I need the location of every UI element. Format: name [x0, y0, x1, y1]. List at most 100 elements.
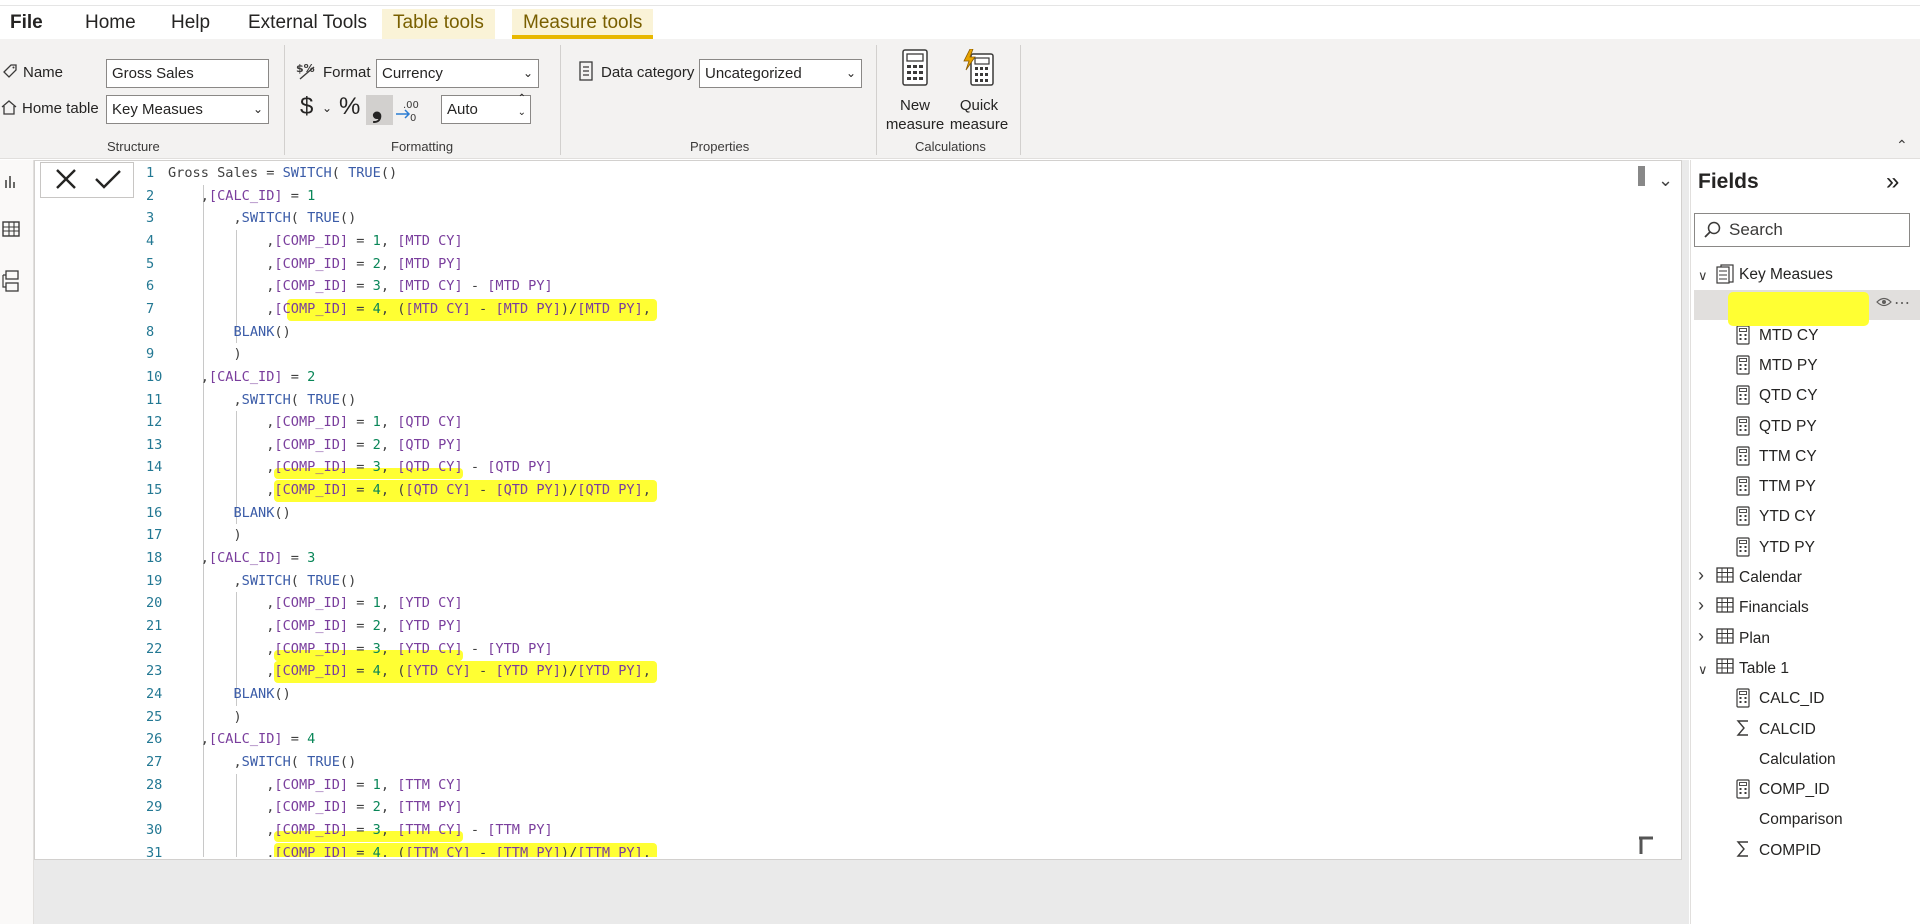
code-text: ,[CALC_ID] = 3 — [168, 550, 316, 567]
percent-button[interactable]: % — [339, 93, 360, 121]
new-measure-label-2: measure — [885, 116, 945, 133]
decimal-places-input[interactable]: Auto ⌃ ⌄ — [441, 92, 531, 124]
currency-button[interactable]: $ — [300, 93, 313, 121]
field-item[interactable]: COMPID — [1694, 836, 1920, 866]
field-label: QTD PY — [1759, 417, 1817, 435]
chevron-down-icon[interactable]: ∨ — [1698, 662, 1708, 678]
field-item[interactable]: QTD CY — [1694, 381, 1920, 411]
chevron-down-icon[interactable]: ⌄ — [322, 101, 332, 115]
code-text: ,[COMP_ID] = 1, [QTD CY] — [168, 414, 463, 431]
code-text: BLANK() — [233, 685, 291, 702]
tab-table-tools[interactable]: Table tools — [382, 9, 495, 39]
field-item[interactable]: Calculation — [1694, 745, 1920, 775]
data-category-label: Data category — [601, 64, 695, 81]
line-number: 16 — [146, 504, 163, 521]
tab-external-tools[interactable]: External Tools — [237, 9, 378, 39]
home-icon — [0, 99, 18, 120]
chevron-right-icon[interactable]: › — [1698, 595, 1704, 616]
quick-measure-button[interactable]: Quick measure — [948, 48, 1010, 137]
line-number: 31 — [146, 844, 163, 858]
new-measure-button[interactable]: New measure — [884, 49, 946, 137]
field-item[interactable]: Comparison — [1694, 805, 1920, 835]
model-view-icon[interactable] — [2, 270, 20, 297]
tag-icon — [2, 63, 18, 84]
field-label: YTD PY — [1759, 538, 1815, 556]
field-table-item[interactable]: › Calendar — [1694, 563, 1920, 593]
line-number: 14 — [146, 459, 163, 476]
tab-measure-tools[interactable]: Measure tools — [512, 9, 654, 39]
field-item[interactable]: TTM PY — [1694, 472, 1920, 502]
field-item[interactable]: TTM CY — [1694, 442, 1920, 472]
field-table-item[interactable]: › Financials — [1694, 593, 1920, 623]
editor-scrollbar-thumb[interactable] — [1638, 166, 1645, 186]
quick-measure-icon — [963, 48, 994, 86]
field-label: TTM PY — [1759, 478, 1816, 496]
field-table-item[interactable]: ∨ Key Measues — [1694, 260, 1920, 290]
chevron-down-icon: ⌄ — [845, 66, 856, 80]
spin-down-icon[interactable]: ⌄ — [518, 106, 526, 120]
report-view-icon[interactable] — [4, 172, 20, 195]
field-item[interactable]: CALCID — [1694, 715, 1920, 745]
line-number: 15 — [146, 482, 163, 499]
chevron-down-icon[interactable]: ⌄ — [1658, 170, 1673, 191]
comma-button[interactable]: ❟ — [366, 93, 393, 125]
data-category-select[interactable]: Uncategorized ⌄ — [699, 59, 862, 88]
sigma-icon — [1736, 840, 1750, 863]
code-text: Gross Sales = SWITCH( TRUE() — [168, 165, 398, 181]
line-number: 8 — [146, 323, 155, 340]
field-item[interactable]: YTD PY — [1694, 533, 1920, 563]
format-select[interactable]: Currency ⌄ — [376, 59, 539, 88]
chevron-down-icon[interactable]: ∨ — [1698, 268, 1708, 284]
quick-measure-label-2: measure — [949, 116, 1009, 133]
visibility-icon[interactable] — [1876, 295, 1892, 314]
decimal-increase-icon[interactable]: .00 0 — [395, 97, 419, 128]
properties-group-label: Properties — [690, 139, 750, 154]
field-item[interactable]: CALC_ID — [1694, 684, 1920, 714]
group-divider — [284, 45, 285, 155]
chevron-right-icon[interactable]: › — [1698, 565, 1704, 586]
spin-up-icon[interactable]: ⌃ — [518, 92, 526, 106]
calculations-group-label: Calculations — [915, 139, 986, 154]
calculator-icon — [1736, 355, 1750, 380]
line-number: 24 — [146, 685, 163, 702]
search-icon — [1704, 221, 1722, 244]
fields-title: Fields — [1698, 170, 1759, 193]
tab-file[interactable]: File — [0, 9, 54, 39]
code-text: ,[COMP_ID] = 2, [YTD PY] — [168, 618, 463, 634]
field-item[interactable]: YTD CY — [1694, 502, 1920, 532]
editor-scroll-end — [1638, 836, 1653, 854]
chevron-right-icon[interactable]: › — [1698, 626, 1704, 647]
tab-home[interactable]: Home — [74, 9, 147, 39]
code-text: ) — [168, 527, 242, 544]
data-view-icon[interactable] — [2, 220, 20, 243]
field-label: CALCID — [1759, 720, 1816, 738]
expand-pane-icon[interactable]: » — [1886, 168, 1899, 196]
more-options-icon[interactable]: ⋯ — [1894, 293, 1910, 313]
field-table-item[interactable]: › Plan — [1694, 624, 1920, 654]
commit-icon[interactable] — [93, 166, 123, 197]
dax-code-editor[interactable]: 1 Gross Sales = SWITCH( TRUE() 2 ,[CALC_ID… — [140, 162, 1640, 857]
field-item[interactable]: COMP_ID — [1694, 775, 1920, 805]
calculator-icon — [1736, 476, 1750, 501]
decimal-places-value: Auto — [447, 101, 478, 118]
field-table-item[interactable]: ∨ Table 1 — [1694, 654, 1920, 684]
field-item[interactable]: MTD PY — [1694, 351, 1920, 381]
name-label: Name — [23, 64, 64, 81]
code-text: ,SWITCH( TRUE() — [168, 753, 357, 770]
field-item[interactable]: QTD PY — [1694, 412, 1920, 442]
group-divider — [1020, 45, 1021, 155]
tab-help[interactable]: Help — [160, 9, 221, 39]
field-label: Calculation — [1759, 750, 1836, 768]
ribbon: Name Gross Sales Home table Key Measues … — [0, 39, 1920, 159]
collapse-ribbon-icon[interactable]: ⌃ — [1896, 137, 1908, 154]
name-input[interactable]: Gross Sales — [106, 59, 269, 88]
calculator-icon — [1736, 537, 1750, 562]
line-number: 10 — [146, 368, 163, 385]
svg-text:.00: .00 — [403, 100, 419, 111]
fields-search-input[interactable]: Search — [1694, 213, 1910, 247]
calculator-icon — [1736, 446, 1750, 471]
home-table-select[interactable]: Key Measues ⌄ — [106, 95, 269, 124]
line-number: 6 — [146, 278, 155, 295]
data-category-icon — [578, 61, 594, 86]
cancel-icon[interactable] — [53, 166, 79, 197]
